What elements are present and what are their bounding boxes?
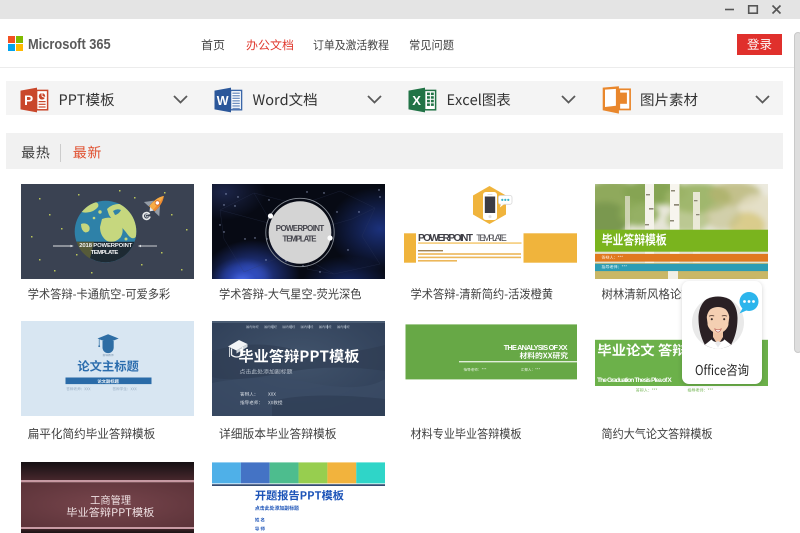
svg-text:The Graduation Thesis Plea of: The Graduation Thesis Plea of X [597,377,672,384]
svg-text:POWERPOINT: POWERPOINT [276,224,325,233]
svg-text:THE ANALYSIS OF XX: THE ANALYSIS OF XX [503,343,567,352]
svg-text:W: W [217,94,229,108]
svg-text:TEMPLATE: TEMPLATE [283,234,317,243]
svg-text:2018 POWERPOINT: 2018 POWERPOINT [79,243,132,249]
svg-text:TEMPLATE: TEMPLATE [91,250,119,256]
svg-text:X: X [412,93,421,108]
svg-text:P: P [24,93,33,108]
svg-text:TEMPLATE: TEMPLATE [476,233,507,243]
